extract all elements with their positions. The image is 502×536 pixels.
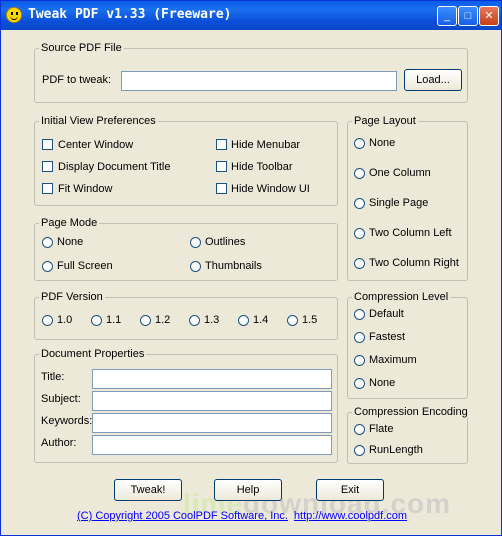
subject-input[interactable] [92,391,332,411]
page-mode-thumbnails-label: Thumbnails [205,260,262,272]
version-1-5-label: 1.5 [302,314,318,326]
page-mode-thumbnails-radio[interactable] [190,261,201,272]
hide-menubar-label: Hide Menubar [231,139,301,151]
copyright-link[interactable]: (C) Copyright 2005 CoolPDF Software, Inc… [77,510,407,522]
page-mode-fullscreen-radio[interactable] [42,261,53,272]
version-1-5-radio[interactable] [287,315,298,326]
author-label: Author: [41,437,77,449]
pdf-version-legend: PDF Version [39,291,105,303]
hide-window-ui-label: Hide Window UI [231,183,310,195]
version-1-1-label: 1.1 [106,314,122,326]
hide-toolbar-checkbox[interactable] [216,161,227,172]
version-1-3-radio[interactable] [189,315,200,326]
compression-none-label: None [369,377,396,389]
compression-level-group: Compression Level [347,291,468,399]
subject-label: Subject: [41,393,81,405]
pdf-path-input[interactable] [121,71,397,91]
version-1-3-label: 1.3 [204,314,220,326]
load-button[interactable]: Load... [404,69,462,91]
page-layout-legend: Page Layout [352,115,418,127]
compression-maximum-radio[interactable] [354,355,365,366]
copyright-text: (C) Copyright 2005 CoolPDF Software, Inc… [77,510,288,522]
layout-two-column-left-label: Two Column Left [369,227,452,239]
layout-none-radio[interactable] [354,138,365,149]
version-1-2-radio[interactable] [140,315,151,326]
encoding-runlength-label: RunLength [369,444,423,456]
compression-fastest-label: Fastest [369,331,406,343]
fit-window-label: Fit Window [58,183,113,195]
version-1-1-radio[interactable] [91,315,102,326]
window-title: Tweak PDF v1.33 (Freeware) [28,7,232,22]
compression-default-radio[interactable] [354,309,365,320]
hide-toolbar-label: Hide Toolbar [231,161,293,173]
document-properties-legend: Document Properties [39,348,147,360]
keywords-input[interactable] [92,413,332,433]
layout-none-label: None [369,137,396,149]
compression-level-legend: Compression Level [352,291,451,303]
fit-window-checkbox[interactable] [42,183,53,194]
encoding-runlength-radio[interactable] [354,445,365,456]
layout-two-column-right-radio[interactable] [354,258,365,269]
version-1-0-label: 1.0 [57,314,73,326]
hide-menubar-checkbox[interactable] [216,139,227,150]
tweak-button[interactable]: Tweak! [114,479,182,501]
version-1-2-label: 1.2 [155,314,171,326]
layout-one-column-radio[interactable] [354,168,365,179]
layout-two-column-left-radio[interactable] [354,228,365,239]
display-doc-title-checkbox[interactable] [42,161,53,172]
close-button[interactable]: ✕ [479,6,499,26]
page-mode-fullscreen-label: Full Screen [57,260,113,272]
website-url[interactable]: http://www.coolpdf.com [294,510,407,522]
page-mode-outlines-label: Outlines [205,236,246,248]
title-bar[interactable]: Tweak PDF v1.33 (Freeware) _ □ ✕ [1,1,501,30]
center-window-label: Center Window [58,139,134,151]
layout-single-page-label: Single Page [369,197,429,209]
minimize-button[interactable]: _ [437,6,457,26]
exit-button[interactable]: Exit [316,479,384,501]
title-label: Title: [41,371,65,383]
initial-view-legend: Initial View Preferences [39,115,158,127]
compression-encoding-group: Compression Encoding [347,406,470,464]
compression-maximum-label: Maximum [369,354,417,366]
source-pdf-legend: Source PDF File [39,42,124,54]
pdf-to-tweak-label: PDF to tweak: [42,74,112,86]
compression-fastest-radio[interactable] [354,332,365,343]
page-mode-group: Page Mode [34,217,338,281]
version-1-0-radio[interactable] [42,315,53,326]
layout-single-page-radio[interactable] [354,198,365,209]
page-mode-none-label: None [57,236,84,248]
compression-none-radio[interactable] [354,378,365,389]
help-button[interactable]: Help [214,479,282,501]
smiley-app-icon [6,7,22,23]
keywords-label: Keywords: [41,415,93,427]
tweak-pdf-window: Tweak PDF v1.33 (Freeware) _ □ ✕ Source … [0,0,502,536]
display-doc-title-label: Display Document Title [58,161,171,173]
compression-encoding-legend: Compression Encoding [352,406,470,418]
page-mode-outlines-radio[interactable] [190,237,201,248]
page-mode-none-radio[interactable] [42,237,53,248]
hide-window-ui-checkbox[interactable] [216,183,227,194]
layout-two-column-right-label: Two Column Right [369,257,459,269]
center-window-checkbox[interactable] [42,139,53,150]
title-input[interactable] [92,369,332,389]
maximize-button[interactable]: □ [458,6,478,26]
page-mode-legend: Page Mode [39,217,100,229]
version-1-4-radio[interactable] [238,315,249,326]
layout-one-column-label: One Column [369,167,431,179]
encoding-flate-label: Flate [369,423,394,435]
compression-default-label: Default [369,308,404,320]
author-input[interactable] [92,435,332,455]
encoding-flate-radio[interactable] [354,424,365,435]
version-1-4-label: 1.4 [253,314,269,326]
